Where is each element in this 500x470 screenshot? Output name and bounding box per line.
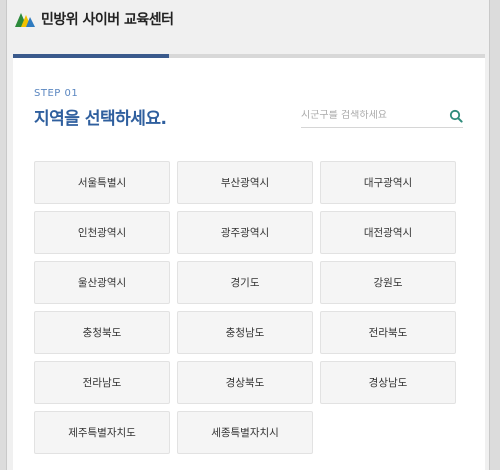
- region-button[interactable]: 대전광역시: [320, 211, 456, 254]
- region-button[interactable]: 서울특별시: [34, 161, 170, 204]
- region-button[interactable]: 경상북도: [177, 361, 313, 404]
- region-button[interactable]: 강원도: [320, 261, 456, 304]
- step-title: 지역을 선택하세요.: [34, 109, 167, 129]
- region-button[interactable]: 인천광역시: [34, 211, 170, 254]
- search-icon[interactable]: [449, 109, 463, 123]
- region-button[interactable]: 충청북도: [34, 311, 170, 354]
- search-input[interactable]: [301, 110, 435, 121]
- region-button[interactable]: 경상남도: [320, 361, 456, 404]
- region-button[interactable]: 전라남도: [34, 361, 170, 404]
- logo-icon: [15, 13, 35, 27]
- region-button[interactable]: 충청남도: [177, 311, 313, 354]
- region-button[interactable]: 울산광역시: [34, 261, 170, 304]
- region-button[interactable]: 전라북도: [320, 311, 456, 354]
- step-label: STEP 01: [34, 88, 79, 99]
- region-button[interactable]: 세종특별자치시: [177, 411, 313, 454]
- region-selection-card: STEP 01 지역을 선택하세요. 서울특별시부산광역시대구광역시인천광역시광…: [13, 54, 485, 470]
- region-button[interactable]: 제주특별자치도: [34, 411, 170, 454]
- region-button[interactable]: 경기도: [177, 261, 313, 304]
- search-box: [301, 104, 463, 128]
- progress-fill: [13, 54, 169, 58]
- region-button[interactable]: 대구광역시: [320, 161, 456, 204]
- region-grid: 서울특별시 부산광역시 대구광역시인천광역시 광주광역시 대전광역시울산광역시 경기도 강원…: [34, 161, 458, 454]
- site-header: 민방위 사이버 교육센터: [15, 6, 174, 32]
- site-title: 민방위 사이버 교육센터: [41, 12, 174, 28]
- region-button[interactable]: 광주광역시: [177, 211, 313, 254]
- region-button[interactable]: 부산광역시: [177, 161, 313, 204]
- progress-bar: [13, 54, 485, 58]
